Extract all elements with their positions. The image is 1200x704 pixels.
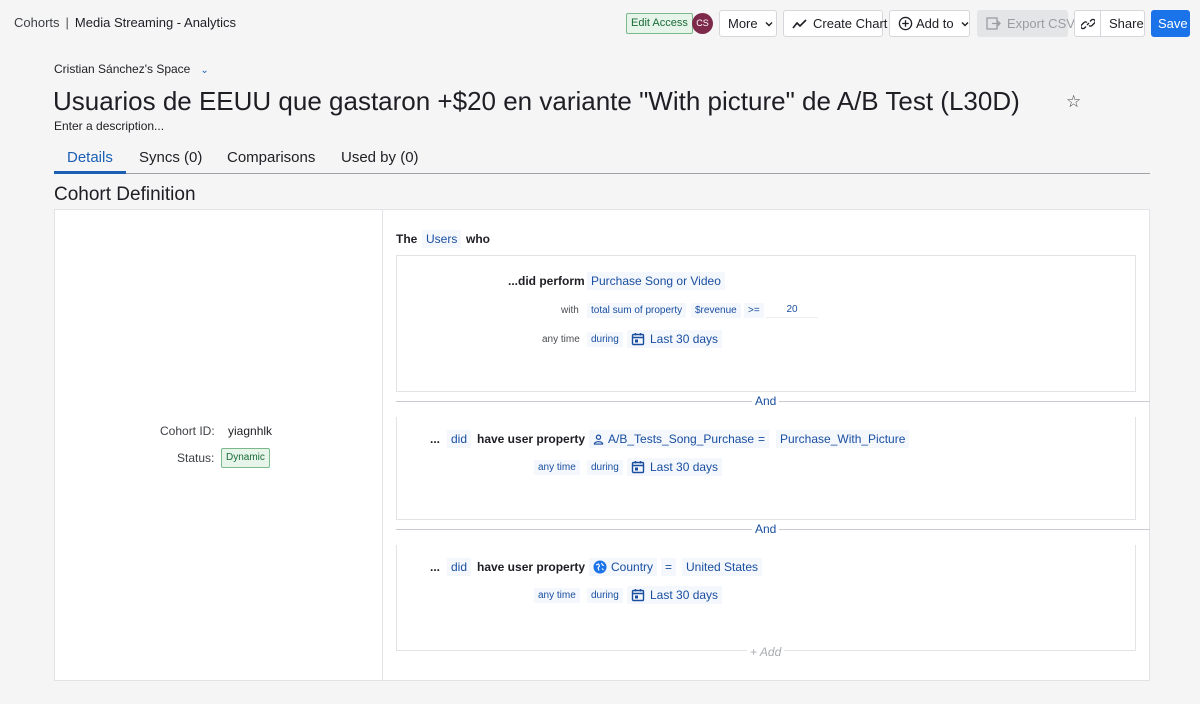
create-chart-label: Create Chart (813, 16, 888, 31)
ellipsis-label: ... (430, 432, 441, 446)
tab-bar: Details Syncs (0) Comparisons Used by (0… (54, 146, 1150, 174)
user-property-label: Country (611, 560, 654, 574)
ellipsis-label: ... (430, 560, 441, 574)
breadcrumb: Cohorts | Media Streaming - Analytics (14, 15, 236, 30)
any-time-selector[interactable]: any time (534, 588, 580, 603)
chevron-down-icon: ⌄ (200, 65, 209, 76)
operator-selector[interactable]: >= (744, 303, 764, 318)
and-operator-2[interactable]: And (752, 522, 780, 536)
date-range-selector[interactable]: Last 30 days (627, 458, 723, 476)
create-chart-button[interactable]: Create Chart (783, 10, 887, 37)
calendar-icon (631, 333, 645, 346)
during-selector[interactable]: during (587, 588, 623, 603)
property-selector[interactable]: $revenue (691, 303, 741, 318)
calendar-icon (631, 589, 645, 602)
breadcrumb-cohorts-link[interactable]: Cohorts (14, 15, 60, 30)
chevron-down-icon (961, 21, 969, 26)
more-button-label: More (728, 16, 758, 31)
add-to-label: Add to (916, 16, 954, 31)
add-to-button[interactable]: Add to (889, 10, 970, 37)
and-operator-1[interactable]: And (752, 394, 780, 408)
description-field[interactable]: Enter a description... (54, 119, 164, 133)
operator-selector[interactable]: = (754, 430, 770, 448)
condition-block-1 (396, 255, 1136, 392)
status-label: Status: (177, 451, 215, 465)
save-label: Save (1158, 16, 1188, 31)
export-icon (986, 17, 1001, 30)
breadcrumb-current: Media Streaming - Analytics (74, 15, 237, 30)
tab-syncs[interactable]: Syncs (0) (139, 149, 202, 166)
chevron-down-icon (765, 21, 773, 26)
entity-selector[interactable]: Users (422, 230, 462, 248)
with-label: with (561, 305, 579, 316)
intro-who: who (466, 232, 490, 246)
during-selector[interactable]: during (587, 332, 623, 347)
export-csv-label: Export CSV (1007, 16, 1075, 31)
space-name: Cristian Sánchez's Space (54, 62, 191, 76)
date-range-label: Last 30 days (650, 588, 719, 602)
operator-selector[interactable]: = (661, 558, 677, 576)
breadcrumb-separator: | (65, 15, 69, 30)
status-badge: Dynamic (221, 448, 270, 468)
panel-divider (382, 209, 383, 681)
tab-comparisons[interactable]: Comparisons (227, 149, 315, 166)
line-chart-icon (792, 18, 807, 28)
tab-details[interactable]: Details (67, 149, 113, 166)
edit-access-badge[interactable]: Edit Access (626, 13, 693, 34)
have-user-property-label: have user property (477, 432, 586, 446)
during-selector[interactable]: during (587, 460, 623, 475)
property-value-selector[interactable]: United States (682, 558, 763, 576)
user-property-label: A/B_Tests_Song_Purchase (608, 432, 755, 446)
user-property-selector[interactable]: A/B_Tests_Song_Purchase (589, 430, 759, 448)
date-range-label: Last 30 days (650, 332, 719, 346)
link-icon (1081, 18, 1095, 29)
aggregate-selector[interactable]: total sum of property (587, 303, 687, 318)
user-property-selector[interactable]: Country (589, 558, 658, 576)
intro-the: The (396, 232, 418, 246)
globe-icon (593, 560, 607, 574)
cohort-id-value: yiagnhlk (228, 424, 273, 438)
top-bar: Cohorts | Media Streaming - Analytics Edit… (0, 0, 1200, 46)
did-selector[interactable]: did (447, 558, 472, 576)
tab-used-by[interactable]: Used by (0) (341, 149, 419, 166)
export-csv-button[interactable]: Export CSV (977, 10, 1075, 37)
date-range-label: Last 30 days (650, 460, 719, 474)
save-button[interactable]: Save (1151, 10, 1190, 37)
event-selector[interactable]: Purchase Song or Video (587, 272, 725, 290)
cohort-title[interactable]: Usuarios de EEUU que gastaron +$20 en va… (53, 86, 1020, 117)
add-condition-button[interactable]: + Add (747, 645, 785, 659)
space-selector[interactable]: Cristian Sánchez's Space ⌄ (54, 62, 209, 76)
avatar[interactable]: CS (692, 13, 713, 34)
more-button[interactable]: More (719, 10, 777, 37)
active-tab-indicator (54, 171, 126, 174)
share-button[interactable]: Share (1100, 10, 1145, 37)
copy-link-button[interactable] (1074, 10, 1101, 37)
calendar-icon (631, 461, 645, 474)
date-range-selector[interactable]: Last 30 days (627, 330, 723, 348)
share-label: Share (1109, 16, 1144, 31)
value-input[interactable]: 20 (766, 304, 818, 318)
date-range-selector[interactable]: Last 30 days (627, 586, 723, 604)
did-perform-label: ...did perform (508, 274, 585, 288)
user-icon (593, 434, 604, 445)
did-selector[interactable]: did (447, 430, 472, 448)
any-time-label: any time (542, 334, 580, 345)
section-title: Cohort Definition (54, 184, 196, 205)
star-icon[interactable]: ☆ (1066, 92, 1081, 112)
have-user-property-label: have user property (477, 560, 586, 574)
property-value-selector[interactable]: Purchase_With_Picture (776, 430, 910, 448)
any-time-selector[interactable]: any time (534, 460, 580, 475)
cohort-id-label: Cohort ID: (160, 424, 215, 438)
plus-circle-icon (898, 16, 913, 31)
